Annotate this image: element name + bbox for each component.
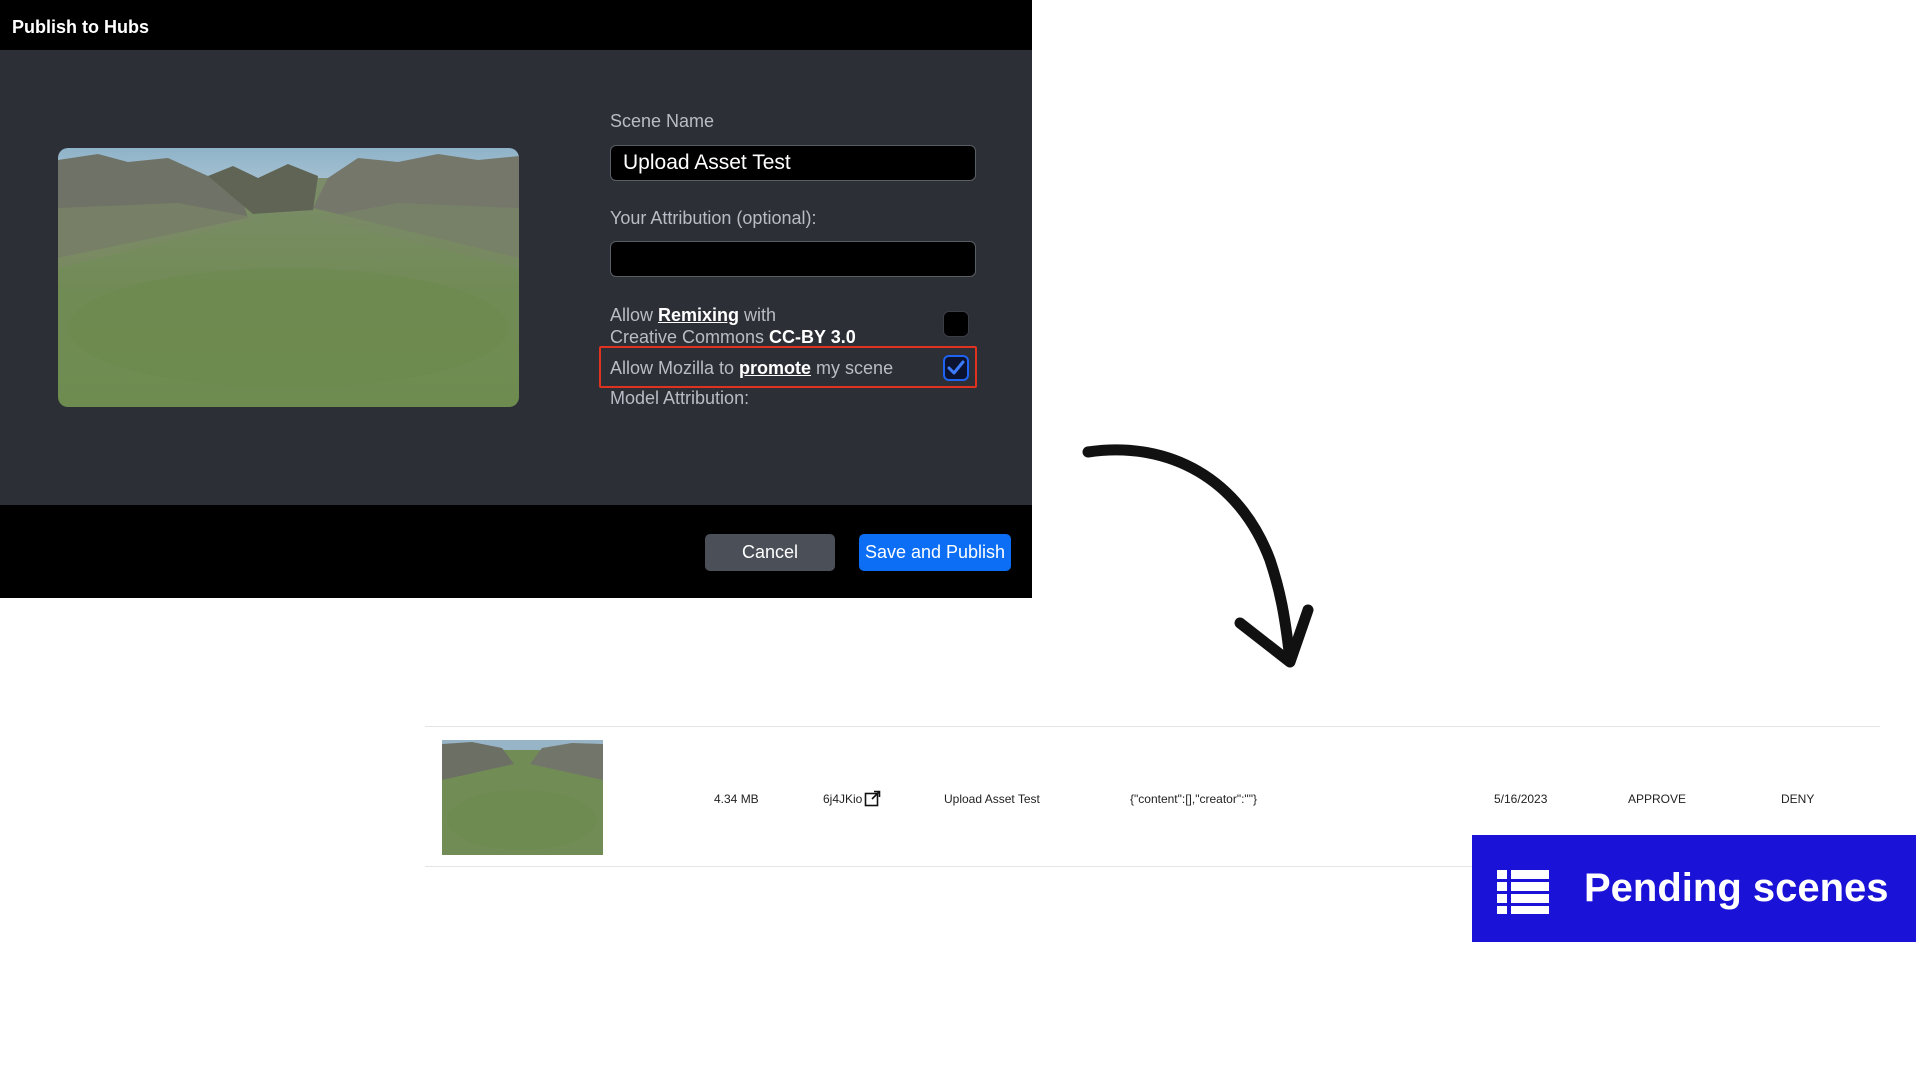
scene-thumbnail — [442, 740, 603, 855]
scene-name-input[interactable]: Upload Asset Test — [610, 145, 976, 181]
remix-suffix: with — [739, 305, 777, 325]
promote-suffix: my scene — [811, 358, 894, 378]
approve-button[interactable]: APPROVE — [1628, 792, 1686, 806]
model-attribution-label: Model Attribution: — [610, 388, 750, 408]
scene-id-text: 6j4JKio — [823, 792, 863, 806]
scene-id-link[interactable]: 6j4JKio — [823, 790, 881, 807]
remix-line2: Creative Commons — [610, 327, 770, 347]
license-name: CC-BY 3.0 — [769, 327, 856, 347]
remix-option-text: Allow Remixing with Creative Commons CC-… — [610, 304, 856, 348]
pending-scenes-label: Pending scenes — [1584, 866, 1889, 910]
attribution-input[interactable] — [610, 241, 976, 277]
promote-option-text: Allow Mozilla to promote my scene — [610, 357, 893, 379]
promote-link[interactable]: promote — [739, 358, 811, 378]
promote-checkbox[interactable] — [943, 355, 969, 381]
attribution-label: Your Attribution (optional): — [610, 208, 817, 228]
publish-dialog: Publish to Hubs Scene Name Upload Asset … — [0, 0, 1032, 598]
scene-name-cell: Upload Asset Test — [944, 792, 1040, 806]
promote-prefix: Allow Mozilla to — [610, 358, 740, 378]
date-cell: 5/16/2023 — [1494, 792, 1548, 806]
remixing-link[interactable]: Remixing — [658, 305, 739, 325]
cancel-button[interactable]: Cancel — [705, 534, 835, 571]
checkmark-icon — [947, 360, 965, 375]
scene-preview-image — [58, 148, 519, 407]
list-icon — [1497, 870, 1549, 914]
row-divider-top — [425, 726, 1880, 727]
dialog-title: Publish to Hubs — [0, 0, 1032, 50]
size-cell: 4.34 MB — [714, 792, 759, 806]
external-link-icon[interactable] — [864, 790, 881, 807]
pending-scenes-badge: Pending scenes — [1472, 835, 1916, 942]
save-and-publish-button[interactable]: Save and Publish — [859, 534, 1011, 571]
scene-name-label: Scene Name — [610, 111, 715, 131]
curved-arrow-icon — [1082, 444, 1314, 668]
attributions-cell: {"content":[],"creator":""} — [1130, 792, 1257, 806]
deny-button[interactable]: DENY — [1781, 792, 1814, 806]
remix-prefix: Allow — [610, 305, 659, 325]
remix-checkbox[interactable] — [943, 311, 969, 337]
